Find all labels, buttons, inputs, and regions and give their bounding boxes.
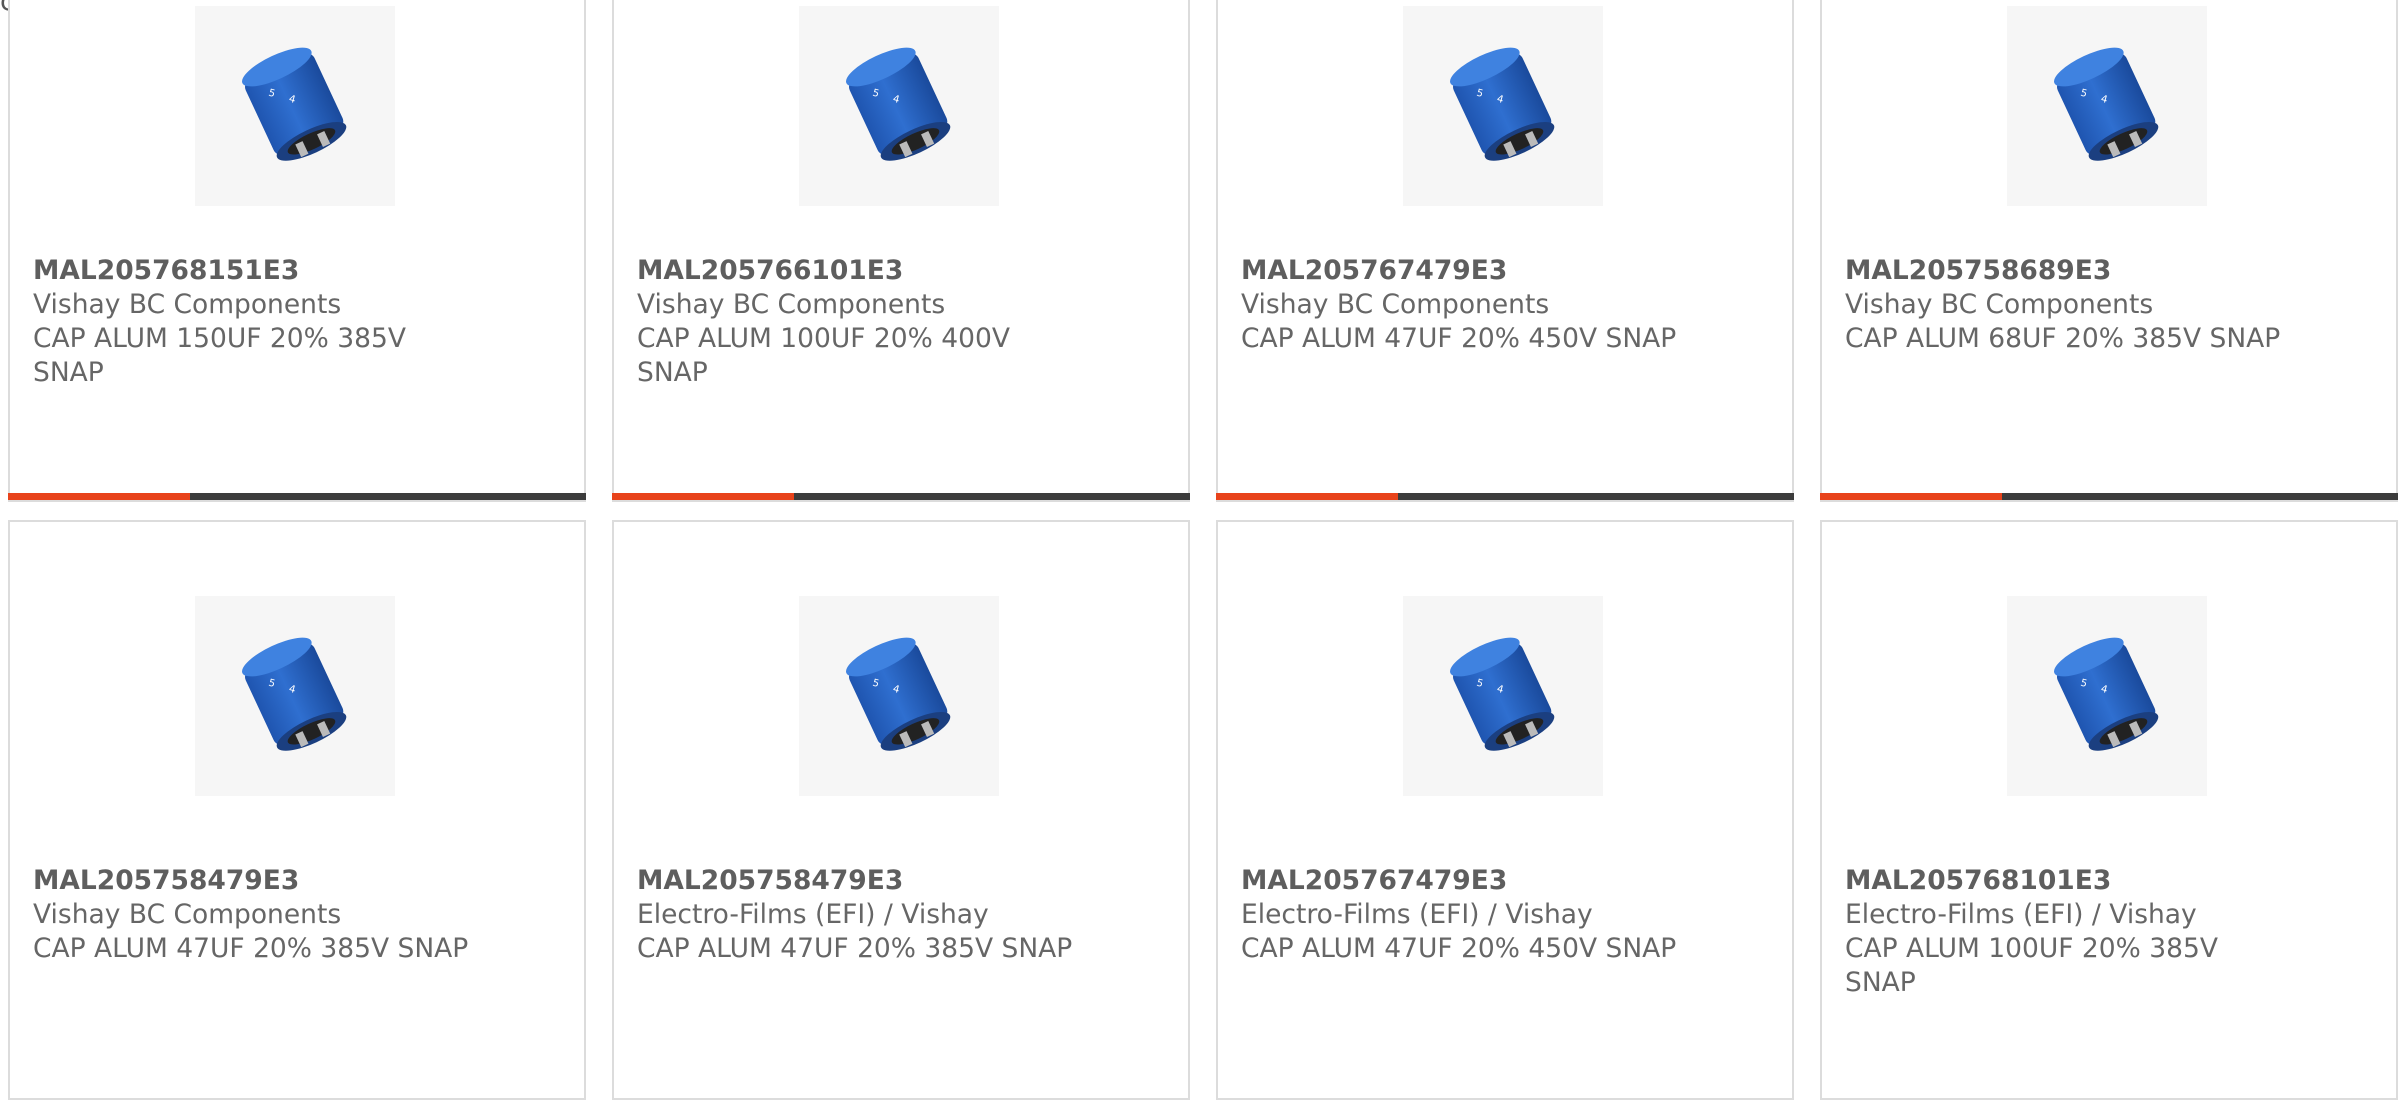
product-card[interactable]: 5 4 MAL205768101E3 Electro-Films (EFI) /… (1820, 520, 2398, 1100)
capacitor-image[interactable]: 5 4 (195, 596, 395, 796)
part-number[interactable]: MAL205768151E3 (33, 254, 561, 288)
product-card[interactable]: 5 4 MAL205758689E3 Vishay BC Components … (1820, 0, 2398, 502)
description: CAP ALUM 47UF 20% 450V SNAP (1241, 323, 1677, 354)
part-number[interactable]: MAL205767479E3 (1241, 254, 1769, 288)
description: CAP ALUM 68UF 20% 385V SNAP (1845, 323, 2281, 354)
manufacturer: Vishay BC Components (637, 289, 946, 320)
manufacturer: Electro-Films (EFI) / Vishay (637, 899, 989, 930)
accent-bar (1820, 493, 2002, 500)
capacitor-image[interactable]: 5 4 (799, 596, 999, 796)
manufacturer: Vishay BC Components (33, 289, 342, 320)
manufacturer: Vishay BC Components (1845, 289, 2154, 320)
capacitor-image[interactable]: 5 4 (195, 6, 395, 206)
product-card[interactable]: 5 4 MAL205766101E3 Vishay BC Components … (612, 0, 1190, 502)
capacitor-image[interactable]: 5 4 (799, 6, 999, 206)
part-number[interactable]: MAL205758479E3 (637, 864, 1165, 898)
part-number[interactable]: MAL205768101E3 (1845, 864, 2373, 898)
capacitor-image[interactable]: 5 4 (1403, 596, 1603, 796)
product-card[interactable]: 5 4 MAL205768151E3 Vishay BC Components … (8, 0, 586, 502)
capacitor-image[interactable]: 5 4 (2007, 6, 2207, 206)
accent-bar (612, 493, 794, 500)
capacitor-image[interactable]: 5 4 (1403, 6, 1603, 206)
description: CAP ALUM 47UF 20% 450V SNAP (1241, 933, 1677, 964)
accent-bar (8, 493, 190, 500)
product-card[interactable]: 5 4 MAL205767479E3 Vishay BC Components … (1216, 0, 1794, 502)
product-card[interactable]: 5 4 MAL205758479E3 Vishay BC Components … (8, 520, 586, 1100)
manufacturer: Electro-Films (EFI) / Vishay (1241, 899, 1593, 930)
product-card[interactable]: 5 4 MAL205767479E3 Electro-Films (EFI) /… (1216, 520, 1794, 1100)
part-number[interactable]: MAL205766101E3 (637, 254, 1165, 288)
description: CAP ALUM 150UF 20% 385V SNAP (33, 323, 406, 388)
card-bottom-bar (612, 493, 1190, 500)
part-number[interactable]: MAL205767479E3 (1241, 864, 1769, 898)
part-number[interactable]: MAL205758689E3 (1845, 254, 2373, 288)
accent-bar (1216, 493, 1398, 500)
part-number[interactable]: MAL205758479E3 (33, 864, 561, 898)
description: CAP ALUM 47UF 20% 385V SNAP (637, 933, 1073, 964)
manufacturer: Electro-Films (EFI) / Vishay (1845, 899, 2197, 930)
description: CAP ALUM 100UF 20% 400V SNAP (637, 323, 1010, 388)
description: CAP ALUM 100UF 20% 385V SNAP (1845, 933, 2218, 998)
card-bottom-bar (1820, 493, 2398, 500)
manufacturer: Vishay BC Components (33, 899, 342, 930)
product-grid: 5 4 MAL205768151E3 Vishay BC Components … (0, 0, 2400, 1100)
card-bottom-bar (8, 493, 586, 500)
card-bottom-bar (1216, 493, 1794, 500)
manufacturer: Vishay BC Components (1241, 289, 1550, 320)
capacitor-image[interactable]: 5 4 (2007, 596, 2207, 796)
product-card[interactable]: 5 4 MAL205758479E3 Electro-Films (EFI) /… (612, 520, 1190, 1100)
description: CAP ALUM 47UF 20% 385V SNAP (33, 933, 469, 964)
